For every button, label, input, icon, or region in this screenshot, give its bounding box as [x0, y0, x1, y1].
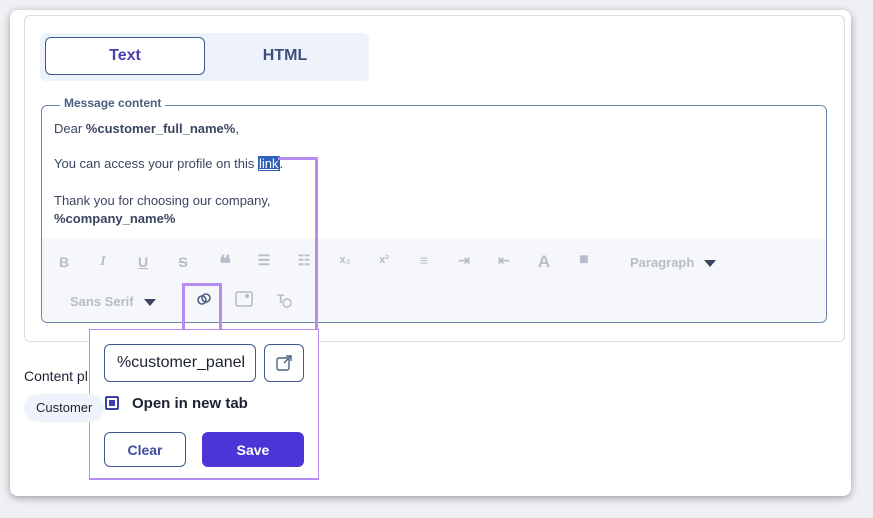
chevron-down-icon	[143, 299, 156, 307]
bullet-list-icon[interactable]: ☰	[253, 252, 275, 269]
access-line: You can access your profile on this link…	[54, 156, 284, 171]
content-placeholders-label: Content pl	[24, 368, 88, 384]
highlight-outline	[278, 157, 318, 160]
align-icon[interactable]: ≡	[413, 252, 435, 268]
link-url-input[interactable]	[104, 344, 256, 382]
superscript-icon[interactable]: x²	[373, 254, 395, 266]
chevron-down-icon	[704, 260, 717, 268]
italic-icon[interactable]: I	[92, 254, 114, 270]
open-new-tab-checkbox[interactable]	[105, 396, 119, 410]
strikethrough-icon[interactable]: S	[172, 254, 194, 270]
indent-icon[interactable]: ⇥	[453, 252, 475, 269]
company-name-variable: %company_name%	[54, 211, 176, 226]
thanks-line: Thank you for choosing our company,	[54, 193, 271, 208]
paragraph-dropdown[interactable]: Paragraph	[630, 255, 717, 270]
placeholder-chip[interactable]: Customer	[24, 394, 104, 422]
mode-tabs: Text HTML	[40, 33, 369, 81]
clear-format-icon[interactable]: T	[273, 291, 295, 312]
blockquote-icon[interactable]: ❝	[214, 251, 236, 277]
highlight-outline	[182, 283, 222, 331]
selected-link[interactable]: link	[258, 156, 280, 171]
clear-button[interactable]: Clear	[104, 432, 186, 467]
ordered-list-icon[interactable]: ☷	[293, 252, 315, 269]
message-content-legend: Message content	[60, 96, 166, 110]
tab-text[interactable]: Text	[45, 37, 205, 75]
save-button[interactable]: Save	[202, 432, 304, 467]
external-link-icon	[276, 355, 292, 371]
underline-icon[interactable]: U	[132, 254, 154, 270]
image-icon[interactable]	[233, 291, 255, 310]
company-line: %company_name%	[54, 211, 175, 226]
font-dropdown[interactable]: Sans Serif	[70, 294, 156, 309]
background-color-icon[interactable]: ■	[573, 251, 595, 269]
tab-html[interactable]: HTML	[205, 37, 365, 75]
open-new-tab-label: Open in new tab	[132, 395, 248, 412]
subscript-icon[interactable]: x₂	[334, 254, 356, 266]
outdent-icon[interactable]: ⇤	[493, 252, 515, 269]
highlight-outline	[315, 157, 318, 332]
bold-icon[interactable]: B	[53, 254, 75, 270]
text-color-icon[interactable]: A	[533, 252, 555, 272]
editor-toolbar: B I U S ❝ ☰ ☷ x₂ x² ≡ ⇥ ⇤ A ■ Paragraph …	[42, 238, 826, 322]
greeting-line: Dear %customer_full_name%,	[54, 121, 239, 136]
customer-name-variable: %customer_full_name%	[85, 121, 236, 136]
open-link-button[interactable]	[264, 344, 304, 382]
